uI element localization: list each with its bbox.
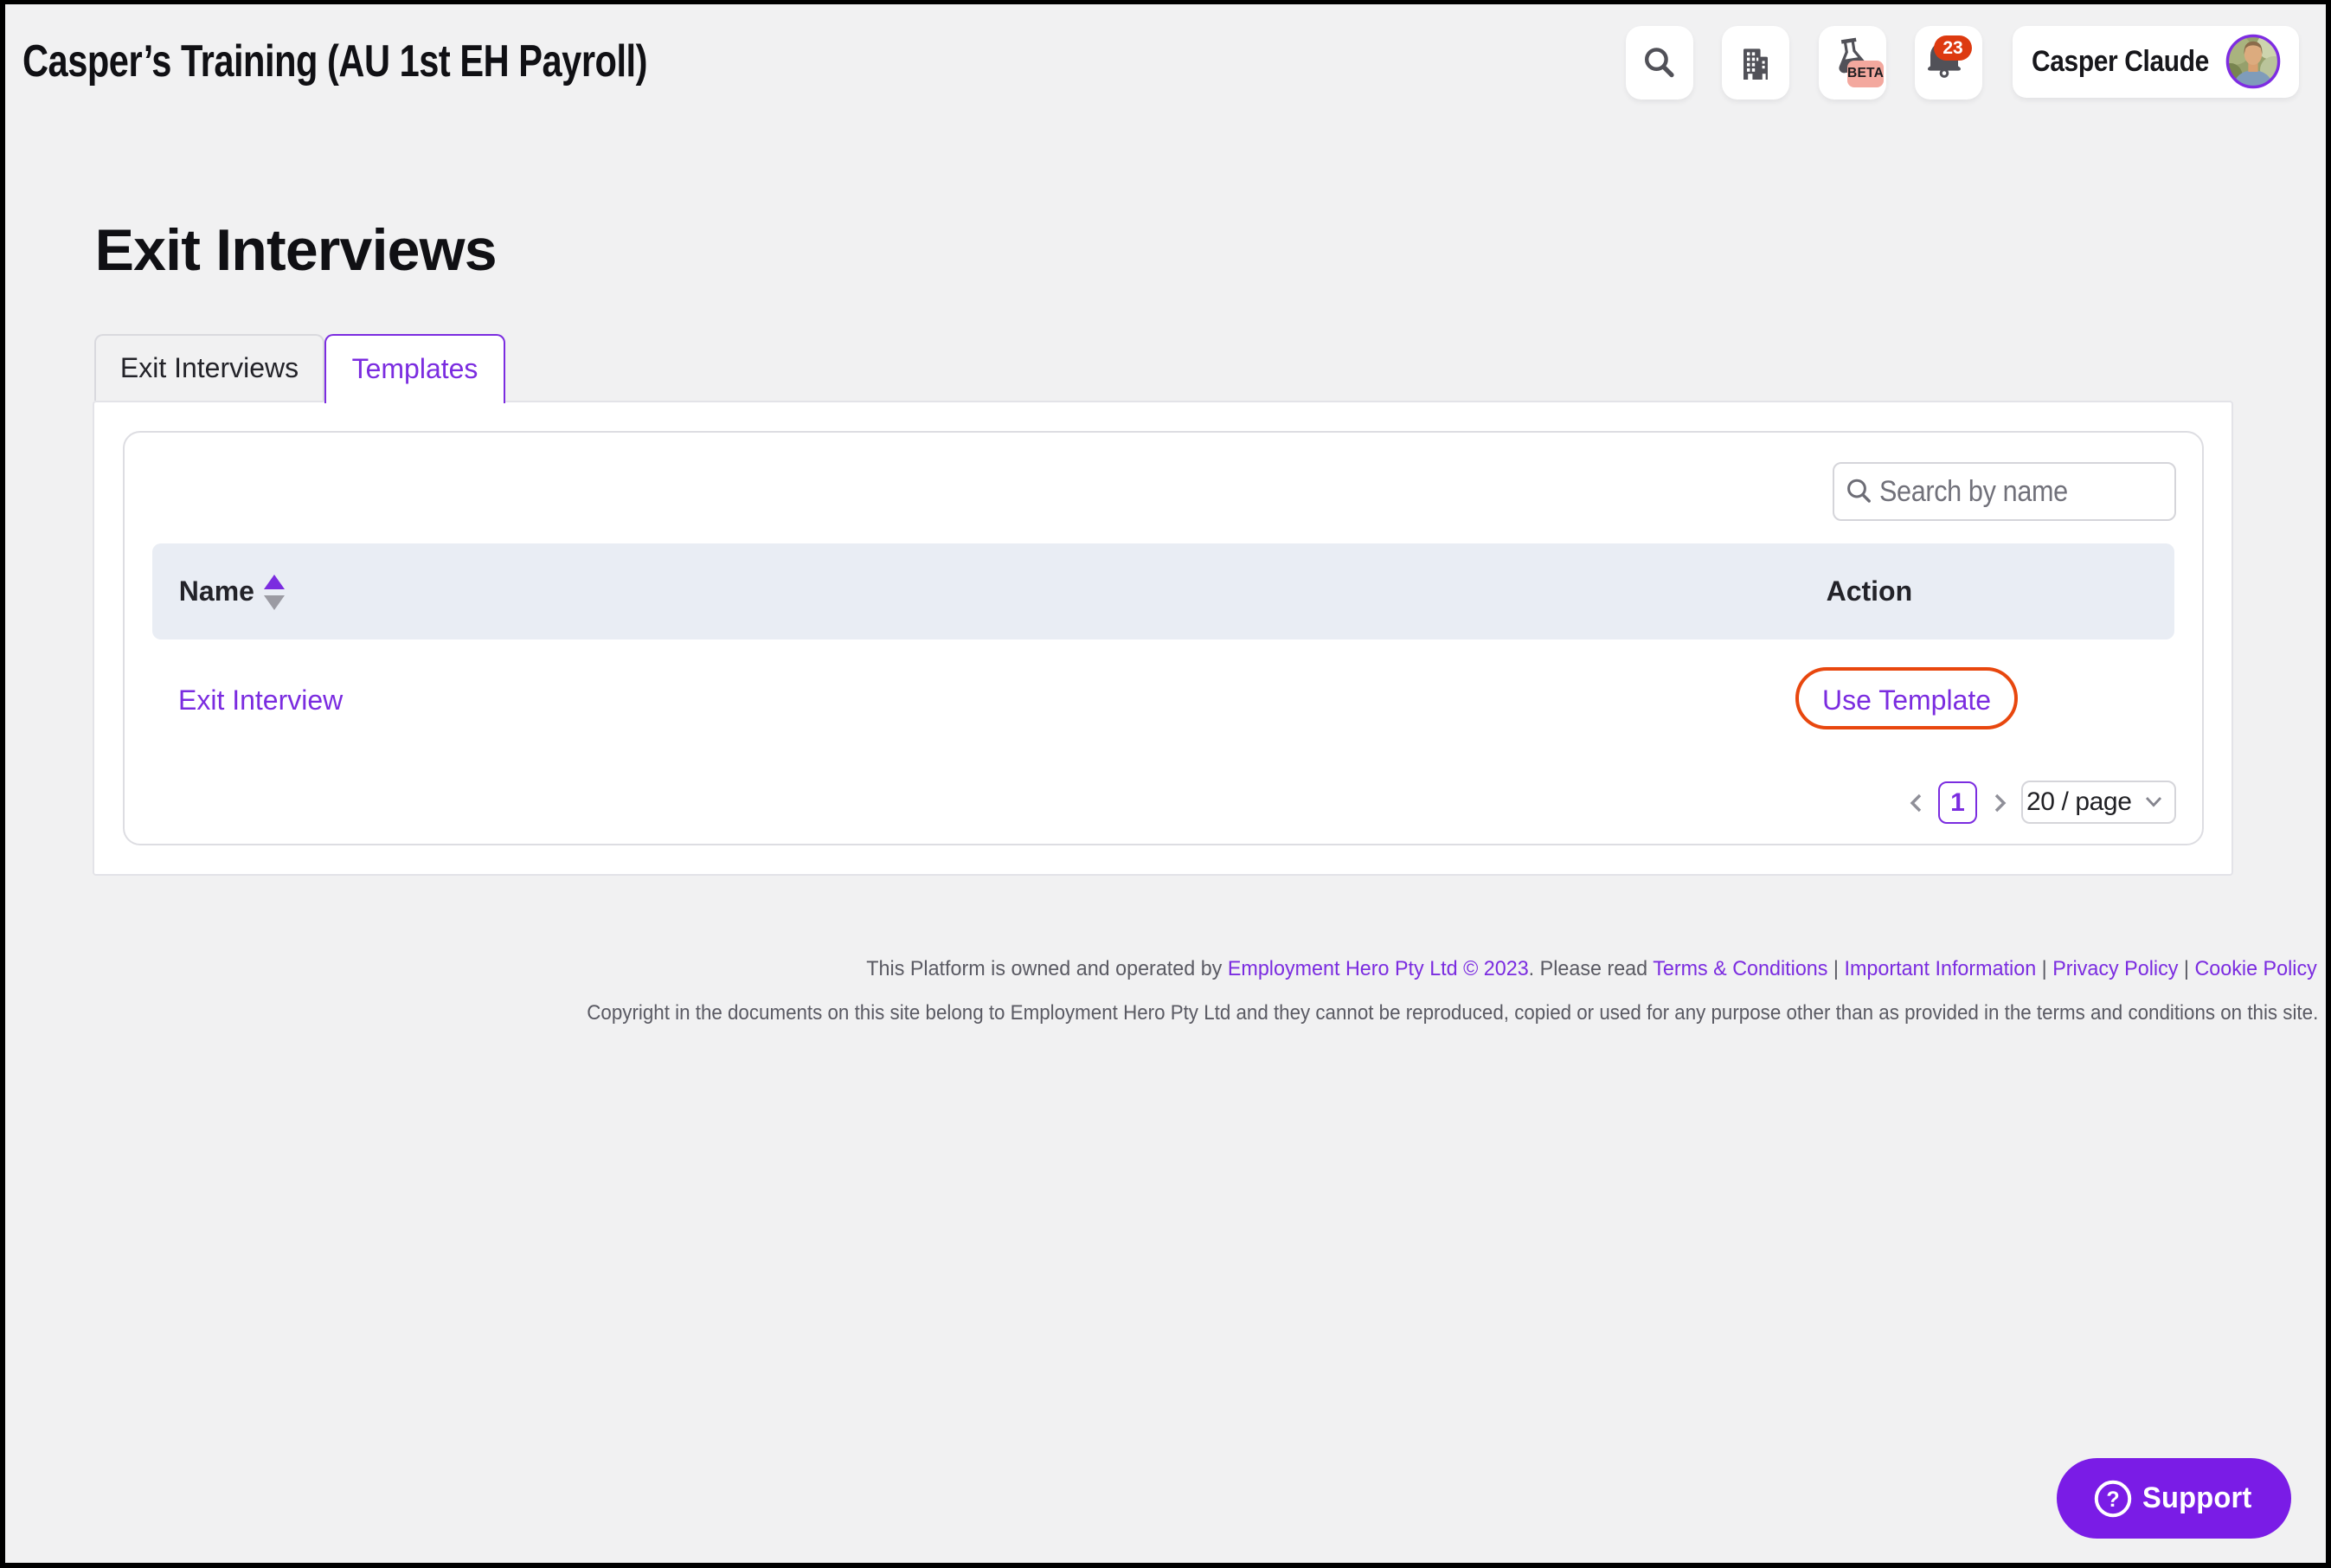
svg-text:?: ? (2106, 1487, 2119, 1511)
